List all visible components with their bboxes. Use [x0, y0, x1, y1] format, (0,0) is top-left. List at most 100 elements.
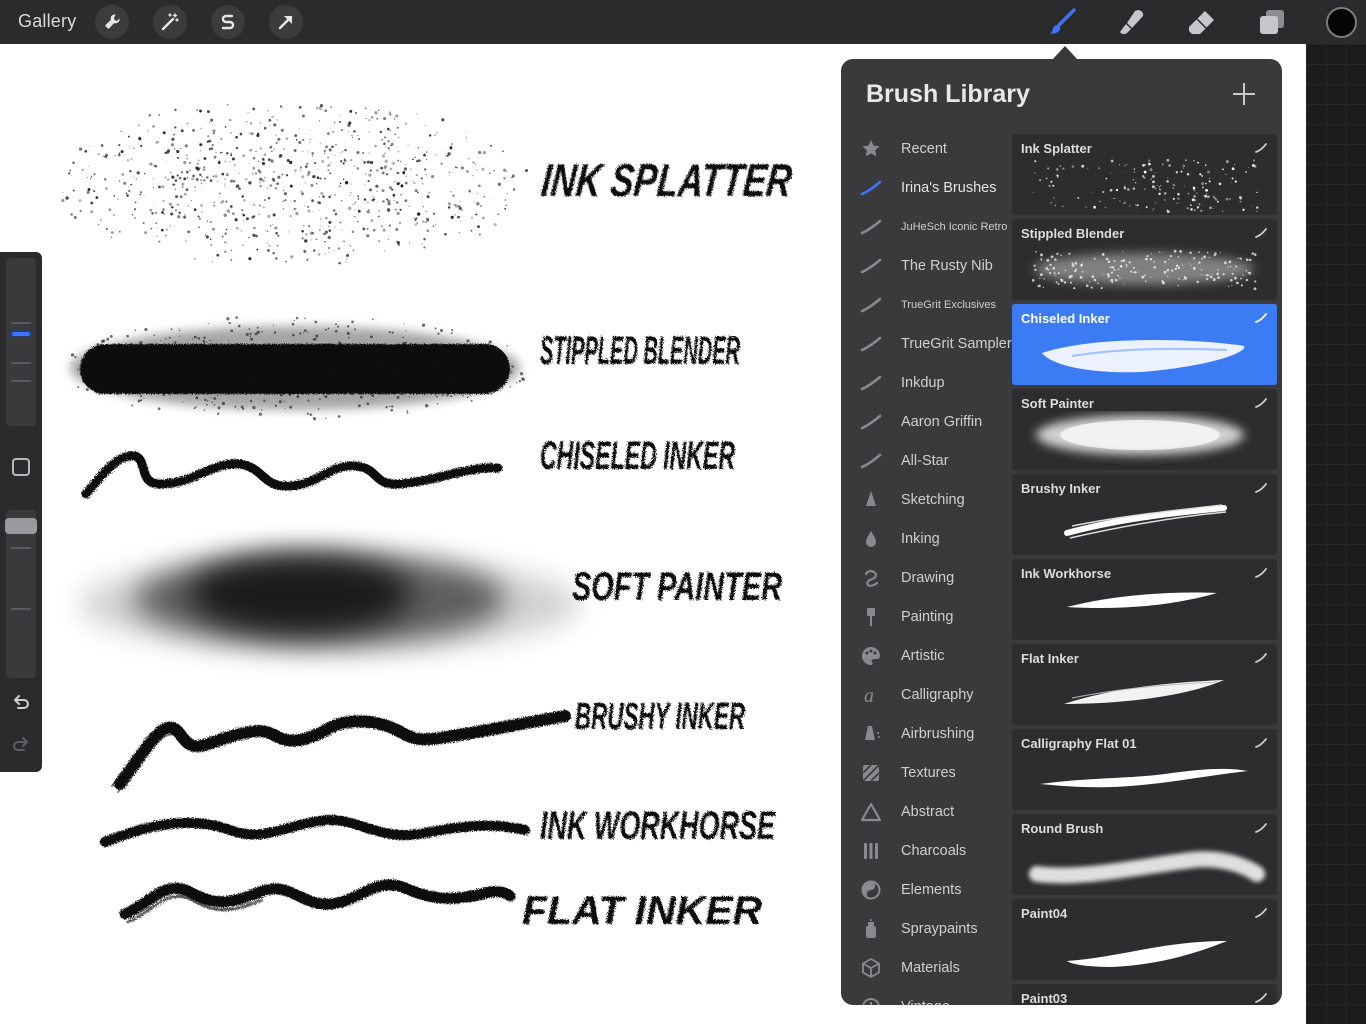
lettering-stippled-blender: STIPPLED BLENDER: [540, 329, 740, 373]
brush-set-item[interactable]: JuHeSch Iconic Retro: [841, 207, 1012, 246]
wrench-icon[interactable]: [95, 5, 129, 39]
brush-item[interactable]: Stippled Blender: [1012, 219, 1277, 300]
color-picker-button[interactable]: [1326, 7, 1357, 38]
layers-icon[interactable]: [1256, 6, 1288, 38]
brush-stroke-icon: [1255, 313, 1267, 323]
top-toolbar: Gallery: [0, 0, 1366, 44]
brush-set-label: Abstract: [901, 803, 955, 820]
brush-name: Ink Workhorse: [1021, 566, 1112, 581]
brush-set-item[interactable]: Recent: [841, 129, 1012, 168]
calligraphy-a-icon: a: [860, 684, 882, 706]
paint-brush-icon: [860, 606, 882, 628]
ink-workhorse-stroke: [100, 814, 530, 847]
brush-stroke-icon: [860, 294, 882, 316]
brush-set-item[interactable]: Vintage: [841, 987, 1012, 1005]
magic-wand-icon[interactable]: [153, 5, 187, 39]
brush-item[interactable]: Round Brush: [1012, 814, 1277, 895]
cube-icon: [860, 957, 882, 979]
brush-stroke-icon: [1255, 228, 1267, 238]
brush-name: Chiseled Inker: [1021, 311, 1110, 326]
brush-set-item[interactable]: Painting: [841, 597, 1012, 636]
brush-stroke-icon: [1255, 653, 1267, 663]
brush-set-item[interactable]: Artistic: [841, 636, 1012, 675]
undo-icon[interactable]: [10, 692, 32, 714]
brush-name: Paint04: [1021, 906, 1068, 921]
chiseled-inker-stroke: [81, 451, 503, 499]
brush-set-label: TrueGrit Sampler: [901, 335, 1012, 352]
brush-set-item[interactable]: All-Star: [841, 441, 1012, 480]
opacity-thumb[interactable]: [5, 517, 37, 534]
brush-stroke-icon: [860, 177, 882, 199]
brush-set-label: Inkdup: [901, 374, 945, 391]
brush-stroke-icon: [1255, 483, 1267, 493]
brush-set-item[interactable]: Airbrushing: [841, 714, 1012, 753]
triangle-icon: [860, 801, 882, 823]
transform-arrow-icon[interactable]: [269, 5, 303, 39]
brush-set-item[interactable]: TrueGrit Sampler: [841, 324, 1012, 363]
brush-stroke-icon: [1255, 993, 1267, 1003]
brush-preview: [1040, 768, 1248, 788]
brush-stroke-icon: [860, 255, 882, 277]
redo-icon[interactable]: [10, 734, 32, 756]
smudge-icon[interactable]: [1116, 6, 1148, 38]
brush-set-label: Artistic: [901, 647, 945, 664]
brush-preview: [1067, 592, 1217, 609]
brush-set-label: Irina's Brushes: [901, 179, 997, 196]
brush-size-slider[interactable]: [6, 258, 36, 426]
left-sidebar: [0, 252, 42, 772]
brush-set-label: Inking: [901, 530, 940, 547]
brush-icon[interactable]: [1046, 6, 1078, 38]
brush-set-label: Textures: [901, 764, 956, 781]
brush-item[interactable]: Soft Painter: [1012, 389, 1277, 470]
brush-item[interactable]: Paint03: [1012, 984, 1277, 1005]
brush-set-item[interactable]: Abstract: [841, 792, 1012, 831]
plus-icon[interactable]: [1233, 83, 1255, 105]
brush-list: Ink Splatter Stippled Blender Chiseled Ink…: [1012, 134, 1277, 1005]
brush-set-item[interactable]: a Calligraphy: [841, 675, 1012, 714]
brush-preview: [1029, 851, 1265, 884]
eraser-icon[interactable]: [1186, 6, 1218, 38]
gallery-button[interactable]: Gallery: [18, 11, 76, 32]
brush-set-label: Calligraphy: [901, 686, 974, 703]
brush-set-item[interactable]: Inkdup: [841, 363, 1012, 402]
brush-set-item[interactable]: TrueGrit Exclusives: [841, 285, 1012, 324]
modify-square-icon[interactable]: [12, 458, 30, 476]
brush-set-item[interactable]: Inking: [841, 519, 1012, 558]
brush-set-item[interactable]: Elements: [841, 870, 1012, 909]
brush-set-item[interactable]: Sketching: [841, 480, 1012, 519]
popover-pointer: [1052, 46, 1078, 60]
brush-item[interactable]: Ink Workhorse: [1012, 559, 1277, 640]
brush-set-label: The Rusty Nib: [901, 257, 993, 274]
brush-set-item[interactable]: Charcoals: [841, 831, 1012, 870]
brush-item[interactable]: Chiseled Inker: [1012, 304, 1277, 385]
canvas-background-grid: [1306, 44, 1366, 1024]
brush-stroke-icon: [860, 216, 882, 238]
lettering: INK SPLATTER STIPPLED BLENDER CHISELED I…: [522, 154, 794, 933]
brush-set-item[interactable]: Drawing: [841, 558, 1012, 597]
brush-set-item[interactable]: Aaron Griffin: [841, 402, 1012, 441]
brush-preview: [1064, 504, 1227, 539]
brush-set-item[interactable]: Irina's Brushes: [841, 168, 1012, 207]
brush-size-thumb[interactable]: [9, 330, 33, 338]
brush-set-item[interactable]: Spraypaints: [841, 909, 1012, 948]
brush-stroke-icon: [1255, 143, 1267, 153]
brush-name: Stippled Blender: [1021, 226, 1125, 241]
brush-item[interactable]: Flat Inker: [1012, 644, 1277, 725]
brush-item[interactable]: Calligraphy Flat 01: [1012, 729, 1277, 810]
brush-set-item[interactable]: The Rusty Nib: [841, 246, 1012, 285]
brush-name: Brushy Inker: [1021, 481, 1101, 496]
selection-s-icon[interactable]: [211, 5, 245, 39]
ink-splatter-stroke: [61, 104, 528, 265]
texture-icon: [860, 762, 882, 784]
spray-can-icon: [860, 918, 882, 940]
brush-item[interactable]: Ink Splatter: [1012, 134, 1277, 215]
brush-set-item[interactable]: Textures: [841, 753, 1012, 792]
brush-item[interactable]: Brushy Inker: [1012, 474, 1277, 555]
procreate-app: INK SPLATTER STIPPLED BLENDER CHISELED I…: [0, 0, 1366, 1024]
brush-preview: [1064, 680, 1224, 704]
brush-set-item[interactable]: Materials: [841, 948, 1012, 987]
lettering-soft-painter: SOFT PAINTER: [572, 565, 782, 609]
opacity-slider[interactable]: [6, 510, 36, 678]
lettering-ink-workhorse: INK WORKHORSE: [540, 804, 776, 848]
brush-item[interactable]: Paint04: [1012, 899, 1277, 980]
